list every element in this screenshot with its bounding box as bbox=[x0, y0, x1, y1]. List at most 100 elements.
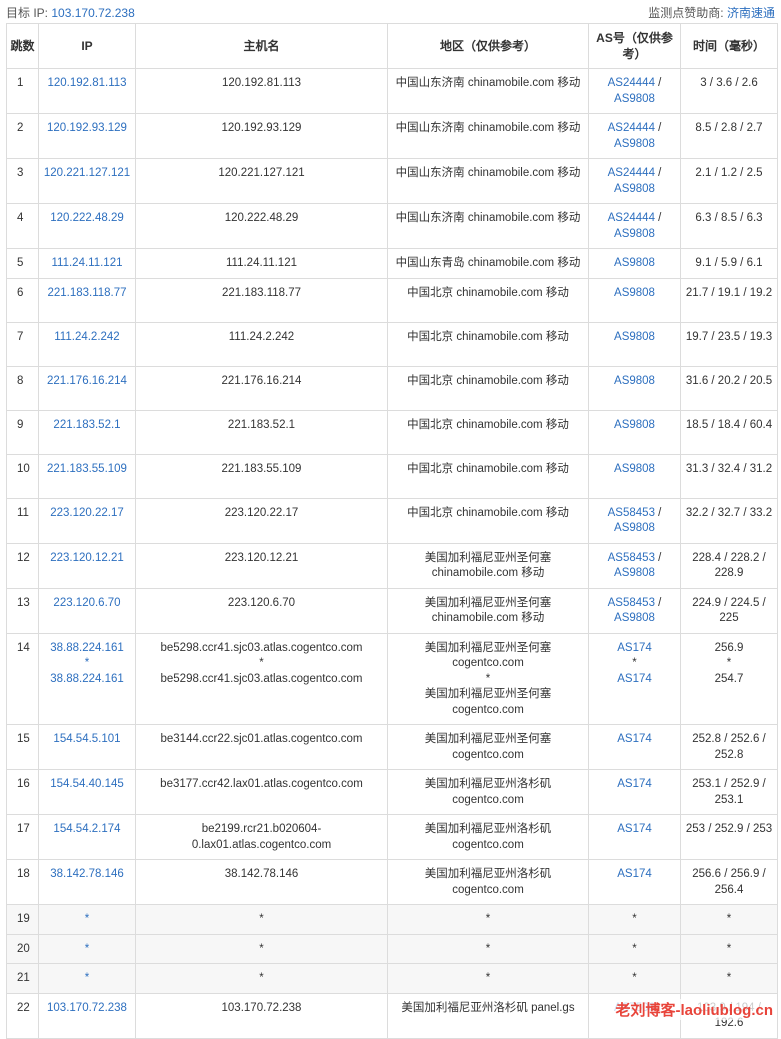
as-link[interactable]: AS9808 bbox=[614, 463, 655, 475]
table-row: 1120.192.81.113120.192.81.113中国山东济南 chin… bbox=[7, 69, 778, 114]
as-link[interactable]: AS9808 bbox=[614, 138, 655, 150]
region-text: cogentco.com bbox=[391, 793, 585, 809]
as-link[interactable]: AS58453 bbox=[608, 552, 655, 564]
ip-link[interactable]: 221.183.118.77 bbox=[42, 286, 132, 302]
sponsor-link[interactable]: 济南速通 bbox=[727, 6, 775, 20]
region-cell: 中国北京 chinamobile.com 移动 bbox=[388, 322, 589, 366]
hop-number: 4 bbox=[17, 212, 23, 224]
ip-link[interactable]: 223.120.22.17 bbox=[42, 506, 132, 522]
hostname-cell: 111.24.2.242 bbox=[136, 322, 388, 366]
region-cell: 美国加利福尼亚州洛杉矶 panel.gs bbox=[388, 993, 589, 1038]
ip-link[interactable]: 120.192.93.129 bbox=[42, 121, 132, 137]
as-link[interactable]: AS174 bbox=[617, 733, 652, 745]
as-link[interactable]: AS9808 bbox=[614, 331, 655, 343]
time-cell: 253.1 / 252.9 / 253.1 bbox=[681, 770, 778, 815]
time-cell: 3 / 3.6 / 2.6 bbox=[681, 69, 778, 114]
ip-link[interactable]: 154.54.5.101 bbox=[42, 732, 132, 748]
as-link[interactable]: AS9808 bbox=[614, 419, 655, 431]
region-text: cogentco.com bbox=[391, 656, 585, 672]
table-row: 15154.54.5.101be3144.ccr22.sjc01.atlas.c… bbox=[7, 725, 778, 770]
ip-cell: * bbox=[39, 934, 136, 964]
as-link[interactable]: AS24444 bbox=[608, 212, 655, 224]
hostname-cell: 120.222.48.29 bbox=[136, 204, 388, 249]
ip-link[interactable]: 38.142.78.146 bbox=[42, 867, 132, 883]
as-link[interactable]: AS24444 bbox=[608, 77, 655, 89]
as-cell: AS58453 /AS9808 bbox=[589, 498, 681, 543]
hostname-cell: * bbox=[136, 964, 388, 994]
as-link[interactable]: AS174 bbox=[617, 778, 652, 790]
hop-number: 17 bbox=[17, 823, 30, 835]
ip-cell: 221.183.118.77 bbox=[39, 278, 136, 322]
target-ip-info: 目标 IP: 103.170.72.238 bbox=[6, 4, 135, 21]
ip-link[interactable]: 38.88.224.161 bbox=[42, 672, 132, 688]
as-entry: * bbox=[592, 971, 677, 987]
hop-cell: 15 bbox=[7, 725, 39, 770]
as-entry: AS24444 / bbox=[592, 76, 677, 92]
region-text: * bbox=[391, 912, 585, 928]
ip-link[interactable]: 154.54.2.174 bbox=[42, 822, 132, 838]
as-cell: AS174 bbox=[589, 725, 681, 770]
hostname-text: * bbox=[139, 971, 384, 987]
hop-cell: 8 bbox=[7, 366, 39, 410]
as-cell: * bbox=[589, 905, 681, 935]
ip-link[interactable]: 111.24.11.121 bbox=[42, 256, 132, 272]
hop-number: 12 bbox=[17, 552, 30, 564]
ip-link[interactable]: 221.183.55.109 bbox=[42, 462, 132, 478]
as-link[interactable]: AS58453 bbox=[608, 507, 655, 519]
as-link[interactable]: AS9808 bbox=[614, 287, 655, 299]
table-row: 7111.24.2.242111.24.2.242中国北京 chinamobil… bbox=[7, 322, 778, 366]
ip-link[interactable]: 221.176.16.214 bbox=[42, 374, 132, 390]
as-link[interactable]: AS174 bbox=[617, 642, 652, 654]
ip-cell: 111.24.11.121 bbox=[39, 249, 136, 279]
as-link[interactable]: AS58453 bbox=[608, 597, 655, 609]
as-link[interactable]: AS174 bbox=[617, 868, 652, 880]
as-link[interactable]: AS174 bbox=[617, 673, 652, 685]
as-entry: AS24444 / bbox=[592, 166, 677, 182]
as-link[interactable]: AS9808 bbox=[614, 228, 655, 240]
as-link[interactable]: AS9808 bbox=[614, 93, 655, 105]
hop-cell: 2 bbox=[7, 114, 39, 159]
hop-cell: 14 bbox=[7, 633, 39, 725]
region-cell: 美国加利福尼亚州圣何塞chinamobile.com 移动 bbox=[388, 543, 589, 588]
target-ip-link[interactable]: 103.170.72.238 bbox=[51, 6, 134, 20]
ip-link[interactable]: 120.192.81.113 bbox=[42, 76, 132, 92]
ip-link[interactable]: 223.120.6.70 bbox=[42, 596, 132, 612]
as-link[interactable]: AS174 bbox=[617, 823, 652, 835]
time-cell: 8.5 / 2.8 / 2.7 bbox=[681, 114, 778, 159]
as-link[interactable]: AS24444 bbox=[608, 122, 655, 134]
table-row: 3120.221.127.121120.221.127.121中国山东济南 ch… bbox=[7, 159, 778, 204]
ip-link[interactable]: 38.88.224.161 bbox=[42, 641, 132, 657]
as-entry: AS9808 bbox=[592, 462, 677, 478]
as-link[interactable]: AS9808 bbox=[614, 375, 655, 387]
ip-link[interactable]: 221.183.52.1 bbox=[42, 418, 132, 434]
hop-number: 3 bbox=[17, 167, 23, 179]
as-link[interactable]: AS24444 bbox=[608, 167, 655, 179]
time-text: 253 / 252.9 / 253 bbox=[684, 822, 774, 838]
as-link[interactable]: AS9808 bbox=[614, 612, 655, 624]
ip-link[interactable]: 120.221.127.121 bbox=[42, 166, 132, 182]
ip-link[interactable]: 111.24.2.242 bbox=[42, 330, 132, 346]
ip-link[interactable]: 154.54.40.145 bbox=[42, 777, 132, 793]
as-entry: AS174 bbox=[592, 867, 677, 883]
hostname-text: 120.192.81.113 bbox=[139, 76, 384, 92]
hostname-text: 103.170.72.238 bbox=[139, 1001, 384, 1017]
time-cell: 2.1 / 1.2 / 2.5 bbox=[681, 159, 778, 204]
ip-link[interactable]: 103.170.72.238 bbox=[42, 1001, 132, 1017]
table-row: 16154.54.40.145be3177.ccr42.lax01.atlas.… bbox=[7, 770, 778, 815]
table-row: 20***** bbox=[7, 934, 778, 964]
as-link[interactable]: AS9808 bbox=[614, 257, 655, 269]
as-link[interactable]: AS9808 bbox=[614, 183, 655, 195]
as-link[interactable]: AS9808 bbox=[614, 522, 655, 534]
time-text: 21.7 / 19.1 / 19.2 bbox=[684, 286, 774, 302]
as-separator: / bbox=[655, 122, 661, 134]
time-cell: 252.8 / 252.6 / 252.8 bbox=[681, 725, 778, 770]
hop-number: 21 bbox=[17, 972, 30, 984]
as-entry: AS9808 bbox=[592, 227, 677, 243]
region-cell: 中国北京 chinamobile.com 移动 bbox=[388, 366, 589, 410]
as-link[interactable]: AS9808 bbox=[614, 567, 655, 579]
hostname-text: be3177.ccr42.lax01.atlas.cogentco.com bbox=[139, 777, 384, 793]
time-text: * bbox=[684, 942, 774, 958]
ip-link[interactable]: 223.120.12.21 bbox=[42, 551, 132, 567]
table-row: 1838.142.78.14638.142.78.146美国加利福尼亚州洛杉矶c… bbox=[7, 860, 778, 905]
ip-link[interactable]: 120.222.48.29 bbox=[42, 211, 132, 227]
